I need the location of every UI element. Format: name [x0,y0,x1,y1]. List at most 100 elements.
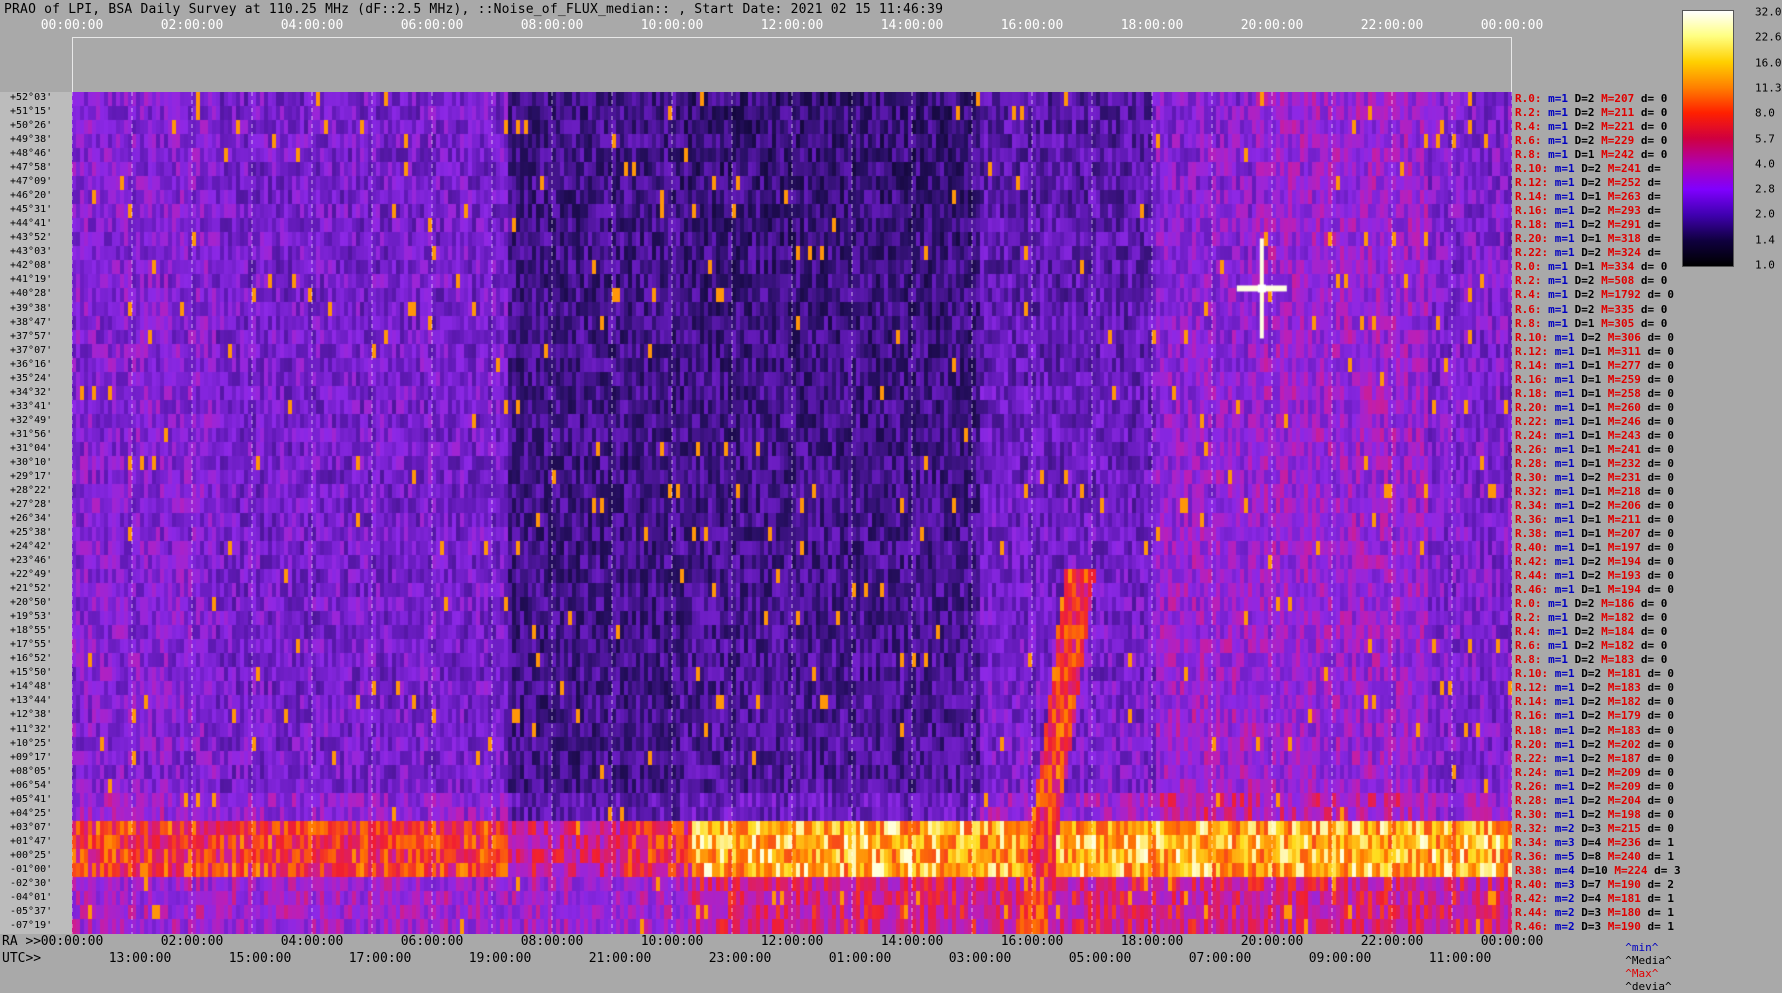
stat-m: m=1 [1554,583,1582,597]
ra-tick-label: 22:00:00 [1360,934,1424,949]
ra-tick-label: 10:00:00 [640,934,704,949]
stat-d: d= 0 [1647,807,1681,821]
stat-M: M=181 [1607,667,1648,681]
stat-row: R.20: m=1 D=1 M=318 d= [1515,232,1667,245]
stat-row: R.28: m=1 D=1 M=232 d= 0 [1515,457,1681,470]
stat-r: R.28: [1515,793,1555,807]
stat-row: R.6: m=1 D=2 M=182 d= 0 [1515,639,1674,652]
stat-m: m=1 [1554,737,1582,751]
stat-row: R.6: m=1 D=2 M=229 d= 0 [1515,134,1674,147]
declination-label: +33°41' [10,400,53,412]
stat-m: m=1 [1548,611,1575,625]
stat-row: R.2: m=1 D=2 M=182 d= 0 [1515,611,1674,624]
stat-D: D=2 [1574,597,1602,611]
top-tick-label: 10:00:00 [640,18,704,33]
stat-m: m=1 [1548,148,1575,162]
top-tick-label: 04:00:00 [280,18,344,33]
stat-d: d= 0 [1647,541,1681,555]
stat-d: d= 0 [1647,695,1681,709]
declination-label: +52°03' [10,92,53,103]
stat-r: R.14: [1515,358,1555,372]
colorbar-tick-label: 1.0 [1755,258,1775,272]
stat-d: d= 1 [1647,835,1681,849]
declination-label: +24°42' [10,541,53,553]
stat-r: R.22: [1515,751,1555,765]
stat-d: d= 0 [1640,148,1674,162]
stat-d: d= 0 [1647,765,1681,779]
stat-d: d= 0 [1647,386,1681,400]
stat-D: D=2 [1581,498,1608,512]
stat-row: R.42: m=2 D=4 M=181 d= 1 [1515,892,1681,905]
stat-m: m=1 [1554,470,1582,484]
stat-M: M=221 [1601,120,1641,134]
stat-m: m=2 [1554,891,1582,905]
colorbar [1682,10,1734,267]
stat-r: R.16: [1515,372,1555,386]
stat-D: D=2 [1581,162,1608,176]
stat-row: R.2: m=1 D=2 M=211 d= 0 [1515,106,1674,119]
stat-m: m=1 [1548,653,1575,667]
stat-D: D=1 [1581,232,1608,246]
stat-d: d= 0 [1647,751,1681,765]
stat-r: R.6: [1515,134,1549,148]
stat-m: m=1 [1554,569,1582,583]
stat-r: R.16: [1515,204,1555,218]
stat-row: R.32: m=1 D=1 M=218 d= 0 [1515,485,1681,498]
stat-r: R.20: [1515,232,1555,246]
stat-r: R.32: [1515,821,1555,835]
stat-D: D=2 [1581,793,1608,807]
declination-label: +28°22' [10,484,53,496]
stat-row: R.24: m=1 D=2 M=209 d= 0 [1515,766,1681,779]
utc-tick-label: 17:00:00 [348,951,412,966]
declination-label: +27°28' [10,498,53,510]
stat-r: R.42: [1515,891,1555,905]
declination-label: +19°53' [10,611,53,623]
stat-d: d= 0 [1647,442,1681,456]
declination-label: -01°00' [10,863,53,875]
stat-D: D=2 [1581,218,1608,232]
stat-d: d= [1647,176,1668,190]
stat-row: R.16: m=1 D=2 M=179 d= 0 [1515,709,1681,722]
stat-r: R.18: [1515,386,1555,400]
ra-tick-label: 06:00:00 [400,934,464,949]
stat-D: D=1 [1581,400,1608,414]
declination-label: +43°52' [10,232,53,244]
stat-r: R.8: [1515,653,1549,667]
stat-M: M=260 [1607,400,1648,414]
stat-row: R.44: m=1 D=2 M=193 d= 0 [1515,569,1681,582]
stat-row: R.4: m=1 D=2 M=221 d= 0 [1515,120,1674,133]
stat-row: R.8: m=1 D=1 M=242 d= 0 [1515,148,1674,161]
stat-r: R.34: [1515,835,1555,849]
stat-d: d= 0 [1647,344,1681,358]
stat-d: d= 0 [1640,597,1674,611]
stat-M: M=305 [1601,316,1641,330]
stat-m: m=1 [1548,639,1575,653]
declination-label: +25°38' [10,527,53,539]
stat-m: m=1 [1554,456,1582,470]
stat-M: M=180 [1607,905,1648,919]
stat-M: M=207 [1607,527,1648,541]
declination-label: -07°19' [10,919,53,931]
ra-tick-label: 20:00:00 [1240,934,1304,949]
stat-D: D=2 [1574,302,1602,316]
stat-r: R.18: [1515,218,1555,232]
stat-d: d= 3 [1654,863,1688,877]
stat-D: D=1 [1581,358,1608,372]
declination-label: +17°55' [10,639,53,651]
declination-label: +36°16' [10,358,53,370]
stat-row: R.26: m=1 D=2 M=209 d= 0 [1515,780,1681,793]
stat-D: D=2 [1574,653,1602,667]
colorbar-tick-label: 1.4 [1755,233,1775,247]
declination-label: +08°05' [10,765,53,777]
stat-m: m=1 [1554,793,1582,807]
stat-M: M=311 [1607,344,1648,358]
declination-label: +41°19' [10,274,53,286]
stat-D: D=3 [1581,905,1608,919]
stat-m: m=1 [1554,246,1582,260]
top-tick-label: 08:00:00 [520,18,584,33]
stat-M: M=194 [1607,583,1648,597]
declination-label: +06°54' [10,779,53,791]
declination-label: +20°50' [10,597,53,609]
stat-M: M=259 [1607,372,1648,386]
stat-M: M=243 [1607,428,1648,442]
